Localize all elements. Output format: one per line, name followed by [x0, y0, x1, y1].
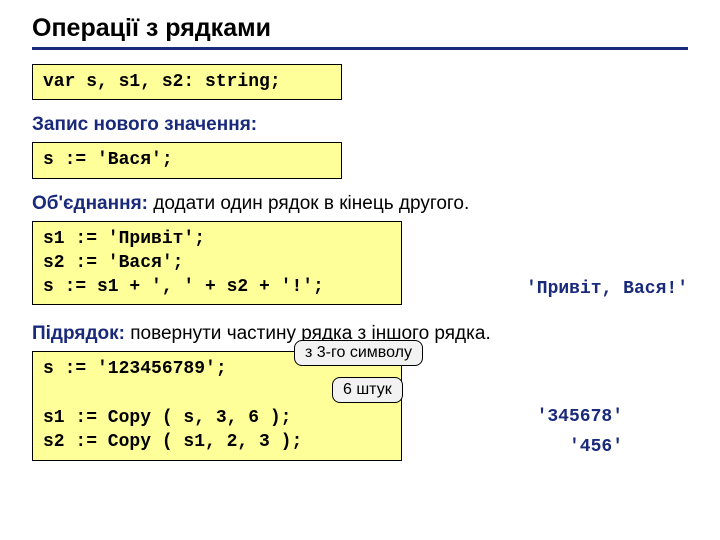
section-concat: Об'єднання: додати один рядок в кінець д…: [32, 193, 688, 215]
code-declaration: var s, s1, s2: string;: [32, 64, 342, 100]
substr-result-2: '456': [569, 437, 623, 457]
section-assign: Запис нового значення:: [32, 114, 688, 136]
concat-desc: додати один рядок в кінець другого.: [148, 193, 469, 214]
concat-result: 'Привіт, Вася!': [526, 279, 688, 299]
callout-6-items: 6 штук: [332, 377, 403, 403]
assign-label: Запис нового значення:: [32, 114, 257, 135]
slide: Операції з рядками var s, s1, s2: string…: [0, 0, 720, 461]
code-concat: s1 := 'Привіт'; s2 := 'Вася'; s := s1 + …: [32, 221, 402, 306]
concat-label: Об'єднання:: [32, 193, 148, 214]
code-assign: s := 'Вася';: [32, 142, 342, 178]
code-substr: s := '123456789'; s1 := Copy ( s, 3, 6 )…: [32, 351, 402, 460]
concat-row: s1 := 'Привіт'; s2 := 'Вася'; s := s1 + …: [32, 217, 688, 306]
substr-row: s := '123456789'; s1 := Copy ( s, 3, 6 )…: [32, 347, 688, 460]
callout-from-3rd: з 3-го символу: [294, 340, 423, 366]
title-rule: [32, 47, 688, 50]
substr-label: Підрядок:: [32, 323, 125, 344]
substr-result-1: '345678': [537, 407, 623, 427]
page-title: Операції з рядками: [32, 14, 688, 43]
